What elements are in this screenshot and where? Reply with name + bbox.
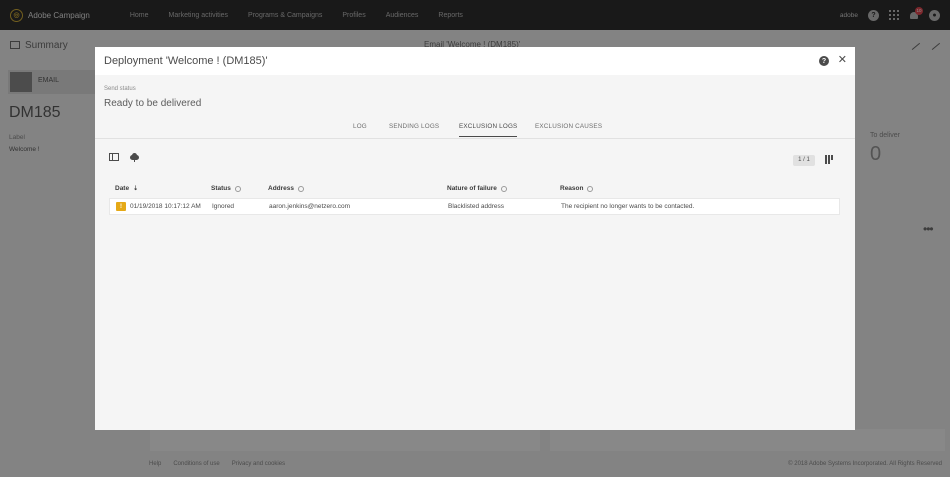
column-header-date-label: Date xyxy=(115,185,130,192)
sort-icon[interactable] xyxy=(298,185,305,192)
column-header-failure-label: Nature of failure xyxy=(447,185,497,192)
sort-icon[interactable] xyxy=(234,185,241,192)
table-row[interactable]: ! 01/19/2018 10:17:12 AM Ignored aaron.j… xyxy=(109,198,840,215)
close-icon[interactable]: ✕ xyxy=(838,53,847,66)
column-header-address-label: Address xyxy=(268,185,295,192)
column-header-reason[interactable]: Reason xyxy=(560,185,594,192)
warning-icon: ! xyxy=(116,202,126,211)
column-header-address[interactable]: Address xyxy=(268,185,305,192)
column-header-date[interactable]: Date ⇣ xyxy=(115,185,138,192)
table-header: Date ⇣ Status Address Nature of failure R… xyxy=(109,182,840,198)
sort-icon[interactable] xyxy=(587,185,594,192)
cell-nature-of-failure: Blacklisted address xyxy=(448,203,504,210)
column-header-status-label: Status xyxy=(211,185,231,192)
page-counter: 1 / 1 xyxy=(793,155,815,166)
cloud-download-icon[interactable] xyxy=(129,153,140,162)
cell-address: aaron.jenkins@netzero.com xyxy=(269,203,351,210)
cell-date: 01/19/2018 10:17:12 AM xyxy=(130,203,201,210)
sort-descending-icon[interactable]: ⇣ xyxy=(133,185,138,192)
list-toolbar xyxy=(109,153,140,162)
sort-icon[interactable] xyxy=(500,185,507,192)
configure-columns-icon[interactable] xyxy=(825,155,835,165)
deployment-dialog: Deployment 'Welcome ! (DM185)' ? ✕ Send … xyxy=(95,47,855,430)
send-status-label: Send status xyxy=(104,86,136,92)
column-header-reason-label: Reason xyxy=(560,185,584,192)
tab-exclusion-causes[interactable]: EXCLUSION CAUSES xyxy=(535,123,602,130)
column-header-status[interactable]: Status xyxy=(211,185,241,192)
dialog-help-icon[interactable]: ? xyxy=(819,56,829,66)
dialog-title: Deployment 'Welcome ! (DM185)' xyxy=(104,55,268,67)
tab-exclusion-logs[interactable]: EXCLUSION LOGS xyxy=(459,123,518,137)
toggle-panel-icon[interactable] xyxy=(109,153,119,161)
send-status-value: Ready to be delivered xyxy=(104,98,202,109)
tab-sending-logs[interactable]: SENDING LOGS xyxy=(389,123,439,130)
log-tabs: LOG SENDING LOGS EXCLUSION LOGS EXCLUSIO… xyxy=(95,119,855,139)
dialog-header: Deployment 'Welcome ! (DM185)' ? ✕ xyxy=(95,47,855,75)
cell-status: Ignored xyxy=(212,203,235,210)
cell-reason: The recipient no longer wants to be cont… xyxy=(561,203,695,210)
tab-log[interactable]: LOG xyxy=(353,123,367,130)
column-header-nature-of-failure[interactable]: Nature of failure xyxy=(447,185,507,192)
